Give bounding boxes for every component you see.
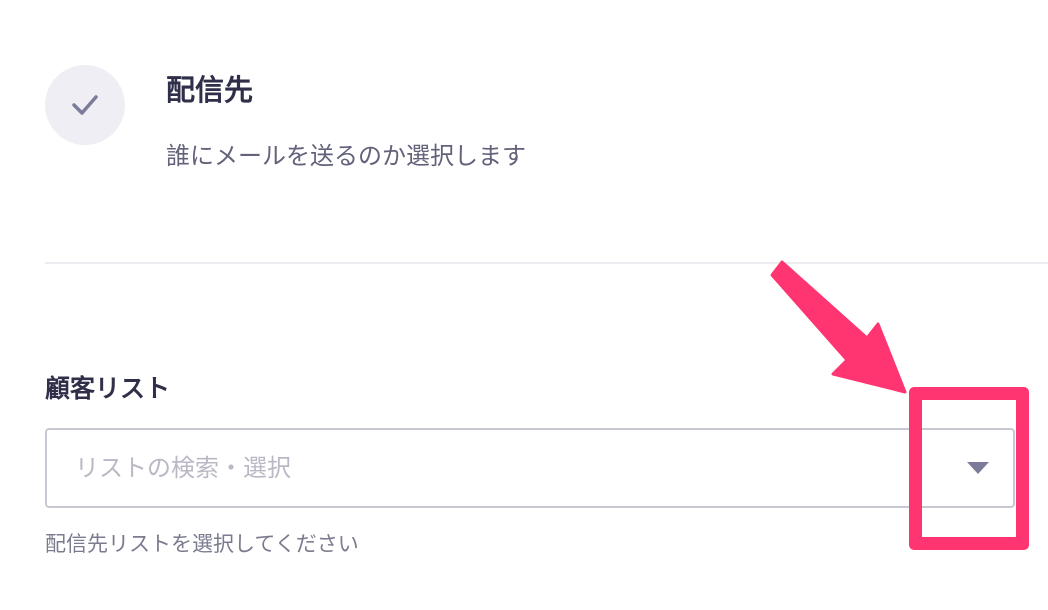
- customer-list-search-input[interactable]: [75, 430, 915, 506]
- pointer-arrow-icon: [770, 260, 907, 394]
- highlight-annotation-box: [909, 387, 1029, 550]
- customer-list-select[interactable]: [45, 428, 1015, 508]
- section-divider: [45, 262, 1048, 264]
- check-icon: [72, 95, 98, 115]
- section-description: 誰にメールを送るのか選択します: [166, 142, 526, 170]
- customer-list-label: 顧客リスト: [45, 374, 171, 403]
- customer-list-helper-text: 配信先リストを選択してください: [45, 532, 359, 556]
- page: 配信先 誰にメールを送るのか選択します 顧客リスト 配信先リストを選択してくださ…: [0, 0, 1048, 610]
- section-title: 配信先: [166, 73, 254, 107]
- step-status-circle: [45, 65, 125, 145]
